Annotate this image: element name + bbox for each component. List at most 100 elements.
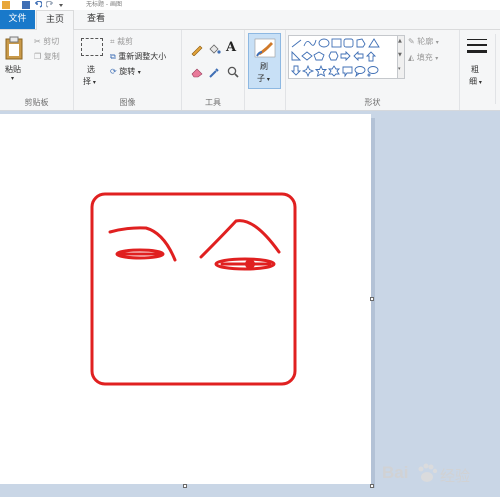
clipboard-icon: [5, 36, 23, 60]
tools-group: A 工具: [182, 30, 245, 110]
cut-button[interactable]: ✂ 剪切: [34, 36, 59, 47]
brushes-dropdown-icon: ▾: [265, 76, 270, 83]
size-button[interactable]: 粗 细 ▾: [462, 34, 492, 90]
fill-label: 填充: [416, 53, 433, 62]
four-point-star-shape-icon[interactable]: [301, 64, 315, 78]
save-icon[interactable]: [22, 1, 30, 9]
six-point-star-shape-icon[interactable]: [327, 65, 341, 77]
tab-view[interactable]: 查看: [78, 10, 114, 29]
color-picker-icon[interactable]: [207, 65, 221, 79]
oval-shape-icon[interactable]: [318, 38, 330, 48]
scissors-icon: ✂: [34, 37, 41, 46]
right-arrow-shape-icon[interactable]: [340, 50, 351, 62]
paw-icon: [418, 463, 438, 482]
paste-label: 粘贴: [5, 65, 21, 74]
rectangular-callout-shape-icon[interactable]: [342, 66, 353, 78]
fill-icon: ◭: [408, 53, 415, 62]
redo-icon[interactable]: [45, 0, 54, 9]
customize-dropdown-icon[interactable]: [58, 1, 64, 9]
oval-callout-shape-icon[interactable]: [354, 66, 366, 78]
baidu-watermark: Bai 经验: [380, 460, 496, 490]
canvas-shadow: [371, 118, 375, 488]
hexagon-shape-icon[interactable]: [328, 51, 339, 61]
ribbon-tabs: 文件 主页 查看: [0, 10, 500, 30]
right-eyebrow: [199, 219, 281, 259]
tools-group-label: 工具: [205, 98, 221, 107]
copy-label: 复制: [43, 52, 60, 61]
line-shape-icon[interactable]: [291, 39, 302, 48]
resize-handle-corner[interactable]: [370, 484, 374, 488]
select-button[interactable]: 选 择 ▾: [79, 34, 105, 88]
clipboard-group: 粘贴 ▾ ✂ 剪切 ❐ 复制 剪贴板: [0, 30, 74, 110]
image-group-label: 图像: [119, 98, 136, 107]
tab-home[interactable]: 主页: [36, 10, 74, 30]
size-label-2: 细: [469, 77, 477, 86]
triangle-shape-icon[interactable]: [368, 38, 380, 48]
clipboard-group-label: 剪贴板: [24, 98, 49, 107]
select-rectangle-icon: [81, 38, 103, 56]
left-arrow-shape-icon[interactable]: [353, 50, 364, 62]
brushes-label: 刷: [260, 62, 268, 71]
crop-button[interactable]: ⌗ 裁剪: [110, 36, 133, 47]
rectangle-shape-icon[interactable]: [331, 38, 342, 48]
shapes-group-label: 形状: [364, 98, 381, 107]
pentagon-shape-icon[interactable]: [313, 51, 325, 61]
scroll-up-icon[interactable]: ▲: [398, 38, 402, 44]
title-bar: 无标题 - 画图: [0, 0, 500, 10]
paste-dropdown-icon: ▾: [11, 75, 15, 82]
paste-button[interactable]: 粘贴 ▾: [3, 34, 25, 86]
right-pupil: [245, 259, 255, 269]
copy-button[interactable]: ❐ 复制: [34, 51, 60, 62]
watermark-suffix: 经验: [440, 467, 471, 485]
select-dropdown-icon: ▾: [91, 79, 96, 86]
shapes-gallery[interactable]: [288, 35, 398, 79]
cloud-callout-shape-icon[interactable]: [367, 66, 379, 77]
pencil-icon[interactable]: [190, 42, 204, 56]
outline-button[interactable]: ✎ 轮廓 ▾: [408, 36, 439, 47]
drawing-canvas[interactable]: [0, 114, 371, 484]
rotate-dropdown-icon: ▾: [137, 69, 141, 76]
outline-label: 轮廓: [417, 37, 434, 46]
resize-button[interactable]: ⧉ 重新调整大小: [110, 51, 166, 62]
ribbon: 粘贴 ▾ ✂ 剪切 ❐ 复制 剪贴板 选 择 ▾ ⌗ 裁剪 ⧉ 重新调整大小 ⟳: [0, 30, 500, 111]
rounded-rectangle-shape-icon[interactable]: [343, 38, 354, 48]
app-icon: [2, 1, 10, 9]
fill-bucket-icon[interactable]: [207, 42, 221, 56]
rotate-label: 旋转: [119, 67, 136, 76]
quick-access-toolbar: [0, 0, 64, 10]
resize-handle-bottom[interactable]: [183, 484, 187, 488]
right-triangle-shape-icon[interactable]: [291, 50, 302, 61]
gallery-more-icon[interactable]: ▾: [398, 66, 401, 72]
fill-dropdown-icon: ▾: [435, 55, 439, 62]
ribbon-divider: [495, 34, 496, 104]
scroll-down-icon[interactable]: ▼: [398, 52, 402, 58]
resize-label: 重新调整大小: [118, 52, 167, 61]
resize-icon: ⧉: [110, 52, 116, 61]
copy-icon: ❐: [34, 52, 42, 61]
down-arrow-shape-icon[interactable]: [290, 65, 302, 76]
face-outline: [90, 192, 297, 386]
eraser-icon[interactable]: [190, 66, 204, 78]
text-tool-icon[interactable]: A: [226, 40, 236, 55]
size-label: 粗: [471, 65, 479, 74]
up-arrow-shape-icon[interactable]: [365, 51, 377, 62]
undo-icon[interactable]: [34, 0, 43, 9]
magnifier-icon[interactable]: [226, 65, 240, 79]
window-title: 无标题 - 画图: [86, 1, 122, 8]
polygon-shape-icon[interactable]: [356, 38, 366, 48]
cut-label: 剪切: [43, 37, 60, 46]
resize-handle-right[interactable]: [370, 297, 374, 301]
tab-file[interactable]: 文件: [0, 10, 35, 29]
shapes-scroll[interactable]: ▲ ▼ ▾: [397, 35, 405, 79]
crop-icon: ⌗: [110, 37, 115, 46]
brushes-label-2: 子: [257, 74, 265, 83]
diamond-shape-icon[interactable]: [301, 51, 313, 61]
fill-button[interactable]: ◭ 填充 ▾: [408, 52, 438, 63]
five-point-star-shape-icon[interactable]: [314, 64, 328, 77]
image-group: 选 择 ▾ ⌗ 裁剪 ⧉ 重新调整大小 ⟳ 旋转 ▾ 图像: [74, 30, 182, 110]
watermark-brand: Bai: [382, 463, 409, 482]
select-label: 选: [87, 65, 95, 74]
brushes-button[interactable]: 刷 子 ▾: [248, 33, 281, 89]
rotate-button[interactable]: ⟳ 旋转 ▾: [110, 66, 141, 77]
curve-shape-icon[interactable]: [303, 39, 317, 47]
